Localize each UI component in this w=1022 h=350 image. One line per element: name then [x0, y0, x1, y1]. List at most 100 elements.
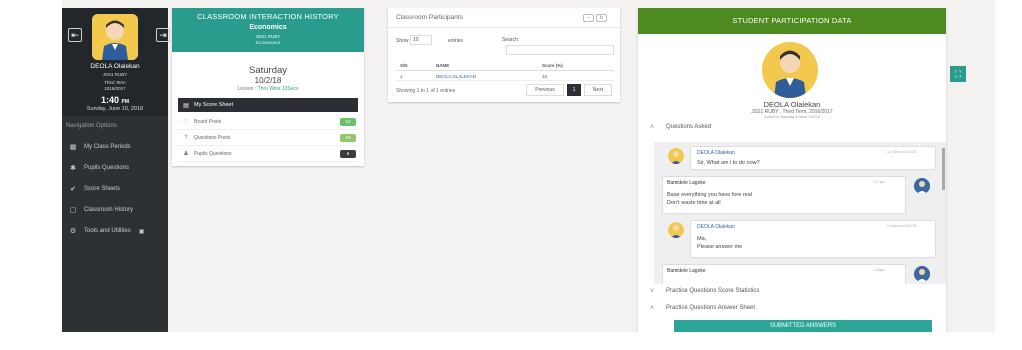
avatar [668, 222, 684, 238]
message-author: DEOLA Olalekan [697, 224, 735, 230]
check-icon: ✔ [70, 186, 76, 193]
folder-icon: ▣ [138, 228, 145, 235]
gears-icon: ⚙ [69, 228, 77, 235]
row-label: Board Posts [194, 118, 222, 125]
cell-score: 33 [542, 74, 548, 79]
participants-header: Classroom Participants – ↻ [388, 8, 620, 28]
history-code: ECONOMICS [255, 40, 281, 45]
student-last-seen: Joined on Saturday 9:05am 10/2/18 [764, 115, 820, 119]
avatar [92, 14, 138, 60]
app-screen: ⇤ ⇥ DEOLA Olalekan JSS1 RUBY Third Term … [0, 0, 1022, 350]
teacher-avatar-icon [914, 178, 930, 194]
exit-icon[interactable]: ⇤ [68, 28, 82, 42]
sidebar-item-label: Tools and Utilities [84, 228, 131, 234]
row-label: Pupils Questions [194, 150, 232, 157]
section-label: Practice Questions Score Statistics [666, 288, 760, 294]
side-toggle-icon[interactable]: ⛶ [950, 66, 966, 82]
message-bubble: Bamidele Lagoke 1:18pm [662, 264, 906, 284]
question-icon: ? [184, 134, 188, 141]
star-icon: ✱ [70, 165, 76, 172]
user-icon: ♟ [183, 151, 189, 157]
message-text: Base everything you have fore real [667, 192, 752, 198]
page-margin-left [0, 0, 62, 350]
column-header[interactable]: NAME [436, 63, 449, 68]
section-questions-asked[interactable]: ˄ Questions Asked [638, 120, 946, 134]
avatar [914, 266, 930, 282]
search-label: Search: [502, 37, 520, 43]
student-name: DEOLA Olalekan [763, 100, 821, 109]
history-row-board-posts[interactable]: ☞ Board Posts 12 [178, 114, 358, 130]
history-header: CLASSROOM INTERACTION HISTORY Economics … [172, 8, 364, 52]
table-info: Showing 1 to 1 of 1 entries [396, 88, 456, 94]
count-badge: 6 [340, 149, 356, 158]
sidebar-item-classroom-history[interactable]: ▢ Classroom History [62, 201, 168, 219]
cell-name[interactable]: DEOLA OLALEKAN [436, 74, 476, 79]
message-time: 1:17pm on 10/2/18 [887, 150, 917, 154]
section-practice-answers[interactable]: ˄ Practice Questions Answer Sheet [638, 301, 946, 315]
message-author: Bamidele Lagoke [667, 180, 706, 186]
sidebar-term: Third Term [104, 80, 126, 85]
column-header[interactable]: Score (%) [542, 63, 563, 68]
student-avatar-icon [668, 148, 684, 164]
table-header: S/N NAME Score (%) [396, 61, 614, 71]
board-icon: ☞ [183, 119, 189, 125]
sidebar-user-name: DEOLA Olalekan [90, 63, 140, 70]
sidebar-item-label: My Class Periods [84, 144, 131, 150]
clock-time: 1:40 [100, 95, 119, 105]
avatar [762, 42, 818, 98]
chevron-up-icon: ˄ [649, 123, 655, 131]
message-author: Bamidele Lagoke [667, 268, 706, 274]
chat-scrollbar[interactable] [942, 148, 945, 190]
document-icon: ▤ [183, 102, 189, 109]
teacher-avatar-icon [914, 266, 930, 282]
pager-previous[interactable]: Previous [526, 84, 564, 96]
sidebar-item-tools[interactable]: ⚙ Tools and Utilities ▣ [62, 222, 168, 240]
sidebar-item-score-sheets[interactable]: ✔ Score Sheets [62, 180, 168, 198]
lesson-link[interactable]: Thru Wins 10Secs [258, 86, 299, 92]
student-avatar-icon [762, 42, 818, 98]
history-row-questions-posts[interactable]: ? Questions Posts 19 [178, 130, 358, 146]
section-label: Questions Asked [666, 124, 712, 130]
table-row[interactable]: 1 DEOLA OLALEKAN 33 [396, 72, 614, 81]
history-date: 10/2/18 [254, 76, 282, 85]
message-time: 1:17pm [873, 180, 885, 184]
message-bubble: DEOLA Olalekan 1:18pm on 10/2/18 Ma, Ple… [690, 220, 936, 258]
section-practice-stats[interactable]: ˅ Practice Questions Score Statistics [638, 284, 946, 298]
user-avatar-icon [92, 14, 138, 60]
student-participation-panel: STUDENT PARTICIPATION DATA DEOLA Olaleka… [638, 8, 946, 332]
row-label: Questions Posts [194, 134, 231, 141]
message-time: 1:18pm [873, 268, 885, 272]
message-author: DEOLA Olalekan [697, 150, 735, 156]
clock-date: Sunday, June 10, 2018 [86, 106, 144, 112]
collapse-icon[interactable]: – [583, 14, 594, 22]
message-bubble: Bamidele Lagoke 1:17pm Base everything y… [662, 176, 906, 214]
show-label: Show [396, 38, 409, 44]
count-badge: 19 [340, 133, 356, 142]
sidebar-item-label: Pupils Questions [84, 165, 130, 171]
lesson-prefix: Lesson : [237, 86, 258, 92]
sidebar-item-label: Score Sheets [84, 186, 121, 192]
sidebar-item-pupils-questions[interactable]: ✱ Pupils Questions [62, 159, 168, 177]
chevron-down-icon: ˅ [649, 287, 655, 295]
history-lesson: Lesson : Thru Wins 10Secs [172, 86, 364, 92]
page-margin-right [995, 0, 1022, 350]
refresh-icon[interactable]: ↻ [596, 14, 607, 22]
my-score-sheet-button[interactable]: ▤ My Score Sheet [178, 98, 358, 112]
sidebar-item-class-periods[interactable]: ▦ My Class Periods [62, 138, 168, 156]
history-day: Saturday [248, 65, 288, 76]
student-avatar-icon [668, 222, 684, 238]
entries-label: entries [448, 38, 464, 44]
search-input[interactable] [506, 45, 614, 55]
avatar [668, 148, 684, 164]
column-header[interactable]: S/N [400, 63, 408, 68]
message-bubble: DEOLA Olalekan 1:17pm on 10/2/18 Sir, Wh… [690, 146, 936, 170]
pager-page[interactable]: 1 [567, 84, 581, 96]
enter-icon[interactable]: ⇥ [156, 28, 170, 42]
message-time: 1:18pm on 10/2/18 [887, 224, 917, 228]
clock: 1:40 PM [62, 95, 168, 105]
section-label: Practice Questions Answer Sheet [666, 305, 756, 311]
entries-select[interactable]: 10 [410, 35, 432, 45]
window-icon: ▢ [69, 207, 77, 214]
pager-next[interactable]: Next [584, 84, 612, 96]
history-row-pupils-questions[interactable]: ♟ Pupils Questions 6 [178, 146, 358, 162]
